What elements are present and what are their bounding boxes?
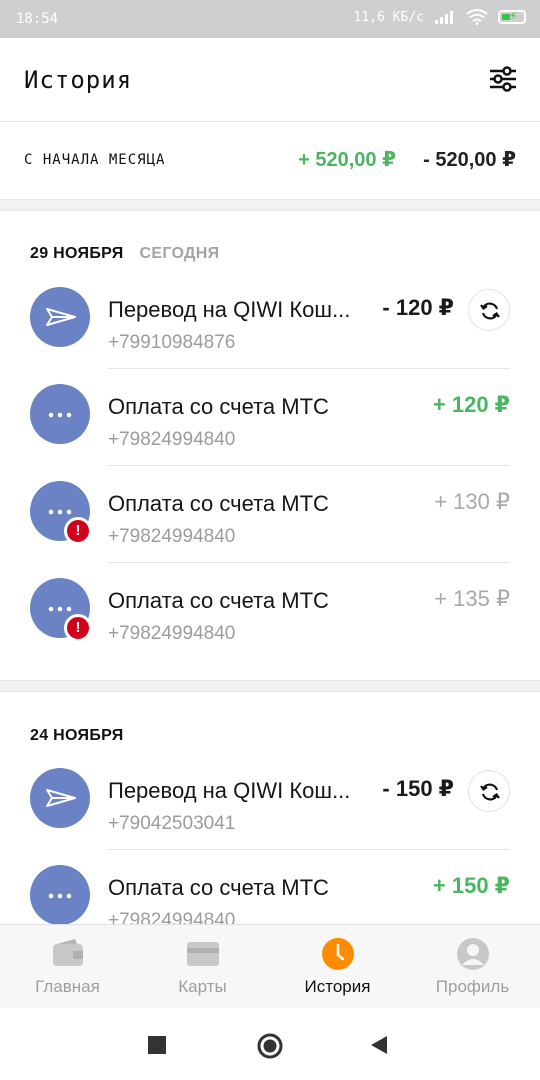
repeat-payment-button[interactable] (468, 770, 510, 812)
transaction-phone: +79824994840 (108, 910, 236, 924)
nav-item-home[interactable]: Главная (0, 925, 135, 1009)
transaction-amount: + 130 ₽ (434, 489, 510, 514)
transaction-title: Перевод на QIWI Кош... (108, 297, 351, 322)
payment-avatar: ! (30, 481, 92, 545)
error-alert-icon: ! (64, 614, 92, 642)
network-speed: 11,6 КБ/с (353, 9, 424, 25)
transaction-row[interactable]: Оплата со счета МТС +79824994840 + 150 ₽ (0, 850, 540, 924)
battery-icon: ⚡ (498, 9, 526, 24)
more-dots-icon (48, 893, 72, 899)
nav-item-profile[interactable]: Профиль (405, 925, 540, 1009)
page-title: История (24, 66, 133, 94)
summary-expense: - 520,00 ₽ (423, 149, 516, 171)
sliders-icon (490, 66, 516, 92)
nav-label: Главная (35, 977, 100, 996)
transaction-title: Оплата со счета МТС (108, 394, 329, 419)
transaction-phone: +79824994840 (108, 526, 236, 547)
nav-item-history[interactable]: История (270, 925, 405, 1009)
status-bar: 18:54 11,6 КБ/с ⚡ (0, 0, 540, 38)
month-summary: С НАЧАЛА МЕСЯЦА + 520,00 ₽ - 520,00 ₽ (0, 122, 540, 200)
transaction-amount: + 120 ₽ (432, 392, 510, 417)
transaction-amount: - 120 ₽ (382, 295, 454, 320)
transaction-row[interactable]: Перевод на QIWI Кош... +79910984876 - 12… (0, 272, 540, 369)
transfer-avatar (30, 287, 90, 347)
transaction-amount: + 135 ₽ (434, 586, 510, 611)
transaction-row[interactable]: ! Оплата со счета МТС +79824994840 + 135… (0, 563, 540, 660)
transaction-title: Оплата со счета МТС (108, 875, 329, 900)
app-header: История (0, 38, 540, 122)
transaction-row[interactable]: ! Оплата со счета МТС +79824994840 + 130… (0, 466, 540, 563)
repeat-icon (480, 302, 500, 320)
bottom-navigation: Главная Карты История Профиль (0, 924, 540, 1008)
transaction-title: Оплата со счета МТС (108, 491, 329, 516)
profile-icon (456, 938, 489, 970)
nav-label: История (304, 977, 371, 996)
paper-plane-icon (46, 789, 76, 807)
transaction-amount: - 150 ₽ (382, 776, 454, 801)
repeat-icon (480, 783, 500, 801)
transaction-row[interactable]: Оплата со счета МТС +79824994840 + 120 ₽ (0, 369, 540, 466)
wallet-icon (52, 939, 83, 966)
back-button[interactable] (370, 1035, 388, 1055)
transaction-amount: + 150 ₽ (432, 873, 510, 898)
nav-label: Профиль (435, 977, 510, 996)
date-header: 24 НОЯБРЯ (30, 727, 124, 745)
payment-avatar (30, 384, 90, 444)
status-time: 18:54 (16, 11, 59, 27)
wifi-icon (466, 9, 488, 25)
nav-label: Карты (178, 977, 227, 996)
error-alert-icon: ! (64, 517, 92, 545)
transaction-phone: +79824994840 (108, 429, 236, 450)
nav-item-cards[interactable]: Карты (135, 925, 270, 1009)
paper-plane-icon (46, 308, 76, 326)
transfer-avatar (30, 768, 90, 828)
home-button[interactable] (257, 1033, 283, 1059)
date-sub-label: СЕГОДНЯ (139, 245, 220, 262)
transaction-phone: +79042503041 (108, 813, 236, 834)
summary-label: С НАЧАЛА МЕСЯЦА (24, 152, 166, 168)
payment-avatar (30, 865, 90, 924)
transaction-title: Перевод на QIWI Кош... (108, 778, 351, 803)
section-separator (0, 680, 540, 692)
date-header: 29 НОЯБРЯ СЕГОДНЯ (30, 245, 219, 263)
section-separator (0, 199, 540, 211)
payment-avatar: ! (30, 578, 92, 642)
status-icons: 11,6 КБ/с ⚡ (354, 9, 526, 25)
cell-signal-icon (435, 11, 453, 24)
filter-button[interactable] (488, 64, 518, 94)
system-navigation-bar (0, 1008, 540, 1080)
date-label: 29 НОЯБРЯ (30, 245, 124, 262)
transaction-phone: +79910984876 (108, 332, 236, 353)
more-dots-icon (48, 412, 72, 418)
clock-icon (321, 938, 354, 970)
transaction-phone: +79824994840 (108, 623, 236, 644)
card-icon (186, 942, 219, 966)
summary-income: + 520,00 ₽ (298, 149, 396, 171)
transaction-row[interactable]: Перевод на QIWI Кош... +79042503041 - 15… (0, 753, 540, 850)
recent-apps-button[interactable] (148, 1036, 166, 1054)
transaction-title: Оплата со счета МТС (108, 588, 329, 613)
repeat-payment-button[interactable] (468, 289, 510, 331)
date-label: 24 НОЯБРЯ (30, 727, 124, 744)
